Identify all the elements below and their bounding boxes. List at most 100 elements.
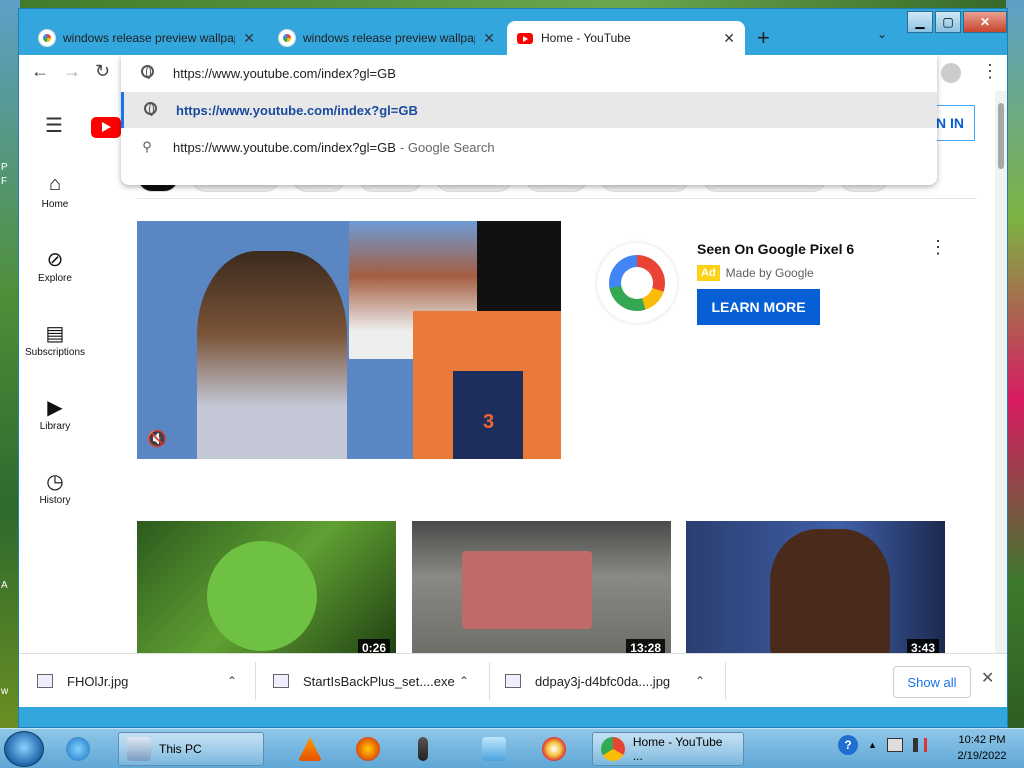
tab-wallpaper-2[interactable]: windows release preview wallpap ✕ — [269, 21, 505, 55]
divider — [489, 662, 490, 700]
clock-date: 2/19/2022 — [957, 750, 1007, 762]
youtube-icon — [517, 32, 533, 44]
close-icon[interactable]: ✕ — [723, 30, 735, 47]
ad-image-person — [197, 251, 347, 459]
home-icon: ⌂ — [48, 173, 62, 195]
search-icon: ⚲ — [142, 139, 152, 154]
compass-icon: ⊘ — [46, 249, 64, 271]
title-bar: windows release preview wallpap ✕ window… — [19, 9, 1007, 55]
advertiser-name: Made by Google — [725, 266, 814, 280]
browser-window: windows release preview wallpap ✕ window… — [18, 8, 1008, 728]
tab-search-button[interactable]: ⌄ — [877, 27, 887, 41]
tab-title: Home - YouTube — [541, 31, 631, 45]
video-duration: 3:43 — [906, 639, 939, 653]
ad-meta: Ad Made by Google — [697, 265, 814, 281]
suggestion-text: https://www.youtube.com/index?gl=GB — [176, 102, 418, 118]
show-all-button[interactable]: Show all — [893, 666, 971, 698]
divider — [255, 662, 256, 700]
network-icon[interactable] — [886, 738, 903, 752]
taskbar-item-label: This PC — [159, 742, 202, 756]
image-file-icon — [37, 674, 53, 688]
video-thumbnail[interactable]: 3:43 — [686, 521, 945, 653]
suggestion-url[interactable]: https://www.youtube.com/index?gl=GB — [121, 92, 937, 128]
chevron-up-icon[interactable]: ⌃ — [695, 674, 705, 688]
computer-icon — [127, 737, 151, 761]
download-item[interactable]: ddpay3j-d4bfc0da....jpg ⌃ — [505, 654, 725, 708]
taskbar-item-this-pc[interactable]: This PC — [118, 732, 264, 766]
sidebar-item-subscriptions[interactable]: ▤ Subscriptions — [19, 321, 91, 358]
youtube-logo[interactable] — [91, 117, 121, 138]
microphone-icon[interactable] — [418, 732, 436, 766]
ad-video[interactable]: 3 🔇 — [137, 221, 561, 459]
sidebar-item-label: Explore — [38, 273, 72, 284]
close-icon[interactable]: ✕ — [981, 668, 994, 688]
desktop-left-strip: P F A w — [0, 0, 20, 728]
sidebar-item-library[interactable]: ▶ Library — [19, 395, 91, 432]
address-input[interactable]: https://www.youtube.com/index?gl=GB — [121, 55, 937, 91]
internet-explorer-icon[interactable] — [66, 732, 98, 766]
video-thumbnail[interactable]: 0:26 — [137, 521, 396, 653]
profile-icon[interactable] — [941, 63, 961, 83]
chevron-up-icon[interactable]: ⌃ — [459, 674, 469, 688]
thumbnail-figure — [207, 541, 317, 651]
start-button[interactable] — [4, 731, 44, 767]
download-item[interactable]: StartIsBackPlus_set....exe ⌃ — [273, 654, 489, 708]
desktop-right-strip — [1006, 0, 1024, 728]
volume-muted-icon[interactable] — [912, 738, 927, 752]
close-window-button[interactable]: ✕ — [963, 11, 1007, 33]
tray-arrow-icon[interactable]: ▲ — [868, 740, 877, 750]
video-thumbnail[interactable]: 13:28 — [412, 521, 671, 653]
minimize-button[interactable]: ▁ — [907, 11, 933, 33]
download-filename: ddpay3j-d4bfc0da....jpg — [535, 673, 671, 689]
image-file-icon — [505, 674, 521, 688]
menu-icon[interactable]: ☰ — [45, 113, 63, 138]
scrollbar[interactable] — [995, 91, 1007, 653]
desktop-text: w — [1, 686, 9, 697]
desktop-text: P — [1, 162, 8, 173]
sidebar-item-home[interactable]: ⌂ Home — [19, 173, 91, 210]
paint-icon[interactable] — [542, 732, 574, 766]
maximize-button[interactable]: ▢ — [935, 11, 961, 33]
sidebar-item-history[interactable]: ◷ History — [19, 469, 91, 506]
browser-menu-button[interactable]: ⋮ — [981, 61, 999, 82]
ad-menu-button[interactable]: ⋮ — [929, 237, 947, 258]
firefox-icon[interactable] — [356, 732, 388, 766]
new-tab-button[interactable]: + — [757, 25, 770, 51]
download-item[interactable]: FHOlJr.jpg ⌃ — [37, 654, 257, 708]
close-icon[interactable]: ✕ — [243, 30, 255, 47]
tab-youtube[interactable]: Home - YouTube ✕ — [507, 21, 745, 55]
ad-title[interactable]: Seen On Google Pixel 6 — [697, 241, 854, 257]
thumbnail-figure — [462, 551, 592, 629]
sidebar-item-label: Home — [41, 199, 69, 210]
clock[interactable]: 10:42 PM 2/19/2022 — [944, 732, 1020, 764]
update-icon[interactable] — [482, 732, 514, 766]
chevron-up-icon[interactable]: ⌃ — [227, 674, 237, 688]
close-icon[interactable]: ✕ — [483, 30, 495, 47]
browser-content: ← → ↻ ⋮ ☰ N IN ⌂ Home ⊘ Explore ▤ Subscr… — [19, 55, 1007, 653]
mute-icon[interactable]: 🔇 — [147, 429, 167, 449]
subscriptions-icon: ▤ — [45, 323, 65, 345]
google-icon — [39, 30, 55, 46]
learn-more-button[interactable]: LEARN MORE — [697, 289, 820, 325]
video-duration: 13:28 — [626, 639, 665, 653]
back-button[interactable]: ← — [31, 61, 49, 82]
vlc-icon[interactable] — [298, 732, 330, 766]
download-bar: FHOlJr.jpg ⌃ StartIsBackPlus_set....exe … — [19, 653, 1007, 707]
video-duration: 0:26 — [357, 639, 390, 653]
desktop-text: F — [1, 176, 8, 187]
forward-button[interactable]: → — [63, 61, 81, 82]
download-filename: FHOlJr.jpg — [67, 673, 129, 689]
google-logo — [597, 243, 677, 323]
scrollbar-thumb[interactable] — [998, 103, 1004, 169]
omnibox-dropdown: https://www.youtube.com/index?gl=GB http… — [121, 55, 937, 185]
divider — [725, 662, 726, 700]
jersey-number: 3 — [483, 411, 495, 433]
suggestion-suffix: - Google Search — [399, 139, 495, 155]
tab-wallpaper-1[interactable]: windows release preview wallpap ✕ — [29, 21, 265, 55]
taskbar-item-chrome[interactable]: Home - YouTube ... — [592, 732, 744, 766]
reload-button[interactable]: ↻ — [95, 61, 110, 82]
suggestion-search[interactable]: ⚲ https://www.youtube.com/index?gl=GB - … — [121, 129, 937, 165]
sidebar-item-explore[interactable]: ⊘ Explore — [19, 247, 91, 284]
clock-time: 10:42 PM — [958, 734, 1006, 746]
help-icon[interactable]: ? — [838, 735, 858, 755]
